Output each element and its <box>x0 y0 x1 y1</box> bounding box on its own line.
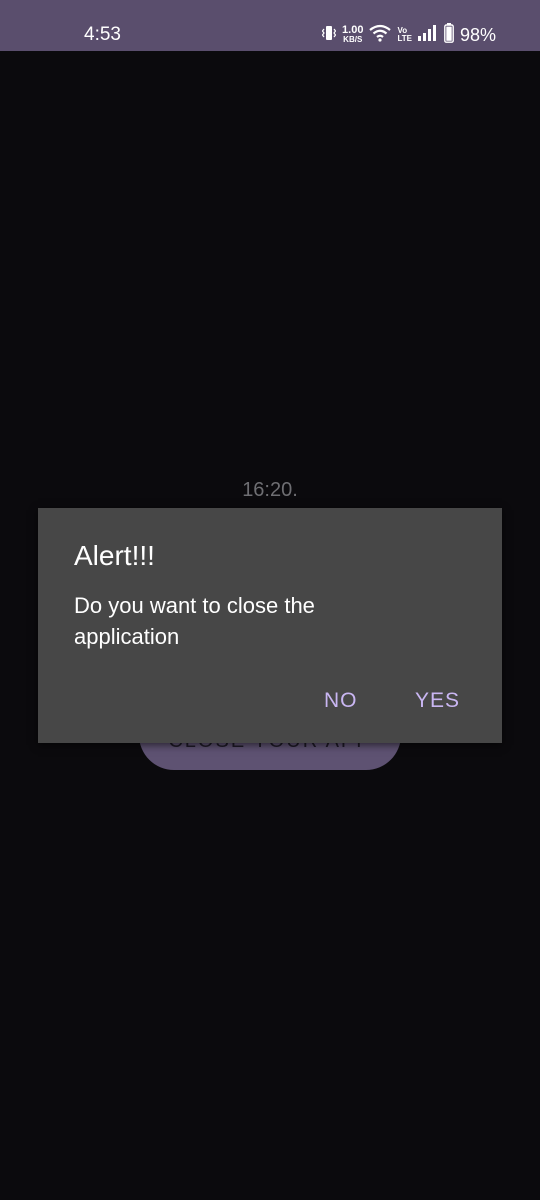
status-icons: 1.00 KB/S Vo LTE 98% <box>321 22 496 48</box>
network-speed: 1.00 KB/S <box>342 24 364 45</box>
wifi-icon <box>369 24 392 47</box>
dialog-message: Do you want to close the application <box>74 593 315 649</box>
vibrate-icon <box>321 24 337 47</box>
volte-bottom: LTE <box>397 34 412 43</box>
battery-icon <box>444 22 454 48</box>
network-speed-unit: KB/S <box>343 35 363 44</box>
volte-indicator: Vo LTE <box>397 27 412 43</box>
battery-percent: 98% <box>459 25 496 45</box>
screen: 4:53 1.00 KB/S Vo LTE 98% 16:20. Alert!!… <box>0 0 540 1200</box>
yes-button[interactable]: YES <box>415 688 460 714</box>
alert-dialog: Alert!!! Do you want to close the applic… <box>38 508 502 743</box>
no-button[interactable]: NO <box>324 688 358 714</box>
status-time: 4:53 <box>84 24 121 45</box>
dialog-title: Alert!!! <box>74 540 155 571</box>
signal-icon <box>417 24 438 46</box>
status-bar: 4:53 1.00 KB/S Vo LTE 98% <box>0 0 540 51</box>
network-speed-value: 1.00 <box>342 24 364 36</box>
